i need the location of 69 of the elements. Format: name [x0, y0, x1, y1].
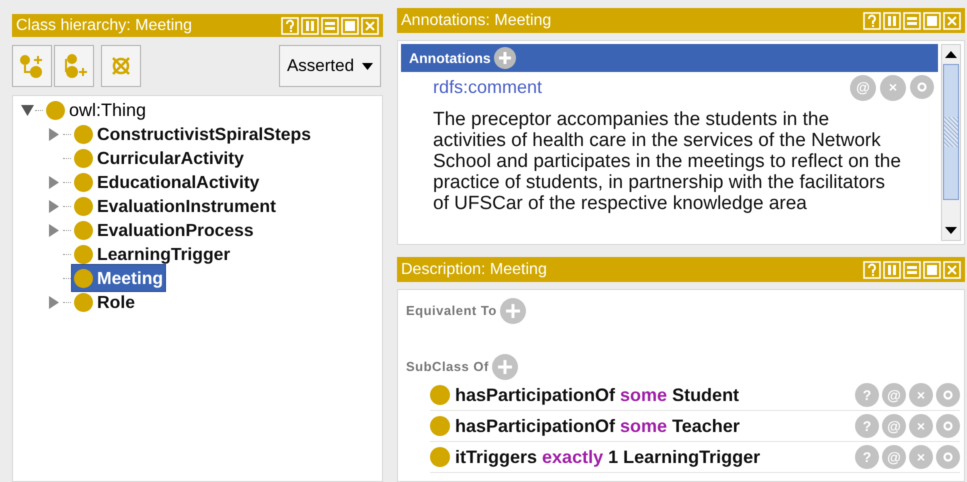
collapsed-arrow-icon[interactable] — [49, 200, 59, 212]
add-subclass-button[interactable] — [12, 45, 52, 87]
class-icon — [430, 416, 450, 436]
help-icon[interactable] — [863, 12, 881, 30]
view-dropdown[interactable]: Asserted — [279, 45, 381, 87]
scroll-down-icon — [945, 227, 957, 234]
collapsed-arrow-icon[interactable] — [49, 224, 59, 236]
split-icon[interactable] — [301, 16, 319, 34]
collapsed-arrow-icon[interactable] — [49, 176, 59, 188]
section-label: SubClass Of — [406, 358, 489, 376]
section-label: Annotations — [409, 48, 491, 68]
class-icon — [74, 124, 93, 144]
maximize-icon[interactable] — [341, 16, 359, 34]
ring-icon — [917, 82, 927, 92]
annotation-property[interactable]: rdfs:comment — [433, 74, 542, 101]
class-icon — [74, 196, 93, 216]
class-expression[interactable]: itTriggers exactly 1 LearningTrigger — [455, 444, 760, 470]
plus-icon — [506, 304, 520, 318]
close-icon[interactable] — [361, 16, 379, 34]
add-annotation-button[interactable] — [494, 47, 516, 69]
dropdown-caret-icon — [362, 62, 374, 70]
maximize-icon[interactable] — [923, 260, 941, 278]
edit-button[interactable] — [936, 445, 960, 469]
class-expression[interactable]: hasParticipationOf some Teacher — [455, 412, 740, 440]
expanded-arrow-icon[interactable] — [21, 104, 34, 116]
add-button[interactable] — [500, 298, 526, 324]
ring-icon — [943, 452, 953, 462]
plus-icon — [498, 360, 512, 374]
class-icon — [46, 100, 65, 120]
split-icon[interactable] — [883, 260, 901, 278]
close-icon[interactable] — [943, 260, 961, 278]
add-button[interactable] — [492, 354, 518, 380]
class-icon — [74, 292, 93, 312]
collapsed-arrow-icon[interactable] — [49, 128, 59, 140]
class-expression[interactable]: hasParticipationOf some Student — [455, 382, 740, 408]
panel-title: Annotations: Meeting — [401, 10, 552, 30]
edit-button[interactable] — [910, 74, 934, 98]
ring-icon — [943, 390, 953, 400]
class-icon — [74, 220, 93, 240]
panel-title: Class hierarchy: Meeting — [16, 16, 192, 36]
add-sibling-button[interactable] — [54, 45, 94, 87]
minimize-icon[interactable] — [321, 16, 339, 34]
class-icon — [74, 268, 93, 288]
class-icon — [430, 447, 450, 467]
edit-button[interactable] — [936, 383, 960, 407]
class-icon — [74, 172, 93, 192]
minimize-icon[interactable] — [903, 12, 921, 30]
plus-icon — [498, 52, 511, 64]
panel-title: Description: Meeting — [401, 260, 547, 280]
ring-icon — [943, 421, 953, 431]
edit-button[interactable] — [936, 414, 960, 438]
maximize-icon[interactable] — [923, 12, 941, 30]
scrollbar[interactable] — [941, 44, 961, 241]
add-subclass-icon — [19, 53, 45, 79]
help-icon[interactable] — [863, 260, 881, 278]
section-label: Equivalent To — [406, 302, 497, 320]
help-icon[interactable] — [281, 16, 299, 34]
class-icon — [74, 244, 93, 264]
close-icon[interactable] — [943, 12, 961, 30]
annotation-text: The preceptor accompanies the students in the activities of health care in the services of the Network School and participates in the meetings to reflect on the practice of students, in partnership with the facilitators of UFSCar of the respective knowledge area — [432, 109, 901, 214]
scroll-up-icon — [945, 51, 957, 58]
delete-class-button[interactable] — [101, 45, 141, 87]
class-icon — [430, 385, 450, 405]
scroll-thumb[interactable] — [943, 64, 959, 200]
collapsed-arrow-icon[interactable] — [49, 296, 59, 308]
minimize-icon[interactable] — [903, 260, 921, 278]
tree-item[interactable]: Meeting — [71, 264, 166, 292]
class-icon — [74, 148, 93, 168]
split-icon[interactable] — [883, 12, 901, 30]
